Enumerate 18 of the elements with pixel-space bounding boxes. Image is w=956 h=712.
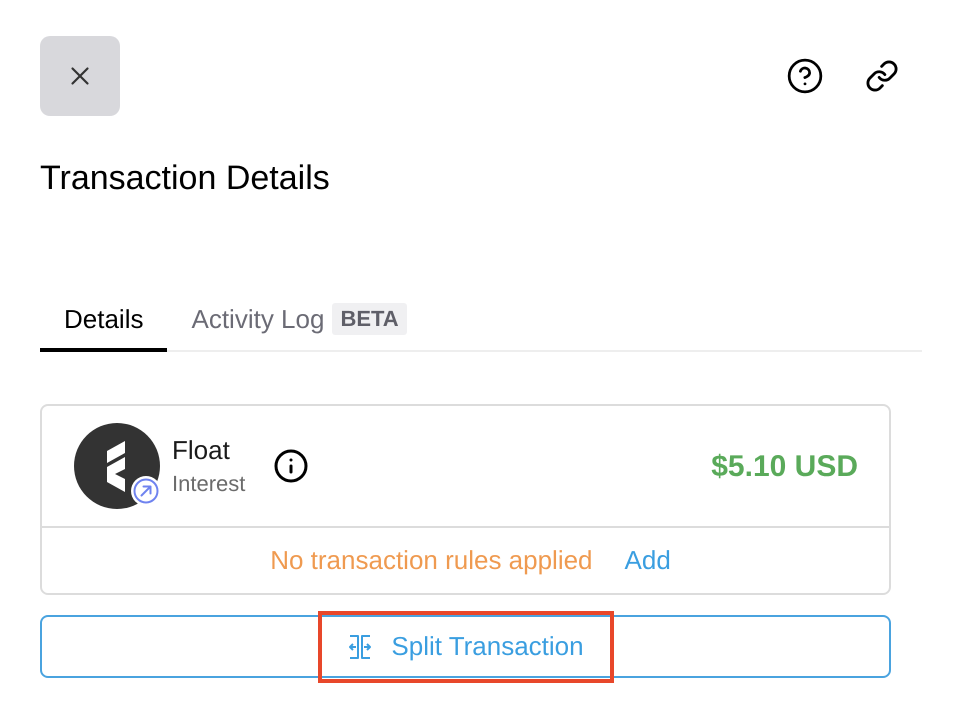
transaction-category: Interest — [172, 470, 246, 498]
page-title: Transaction Details — [40, 158, 330, 198]
rules-status-text: No transaction rules applied — [270, 544, 593, 577]
add-rule-link[interactable]: Add — [624, 541, 671, 580]
merchant-name: Float — [172, 434, 231, 467]
tab[interactable]: Activity Log BETA — [167, 290, 431, 352]
tab[interactable]: Details — [40, 290, 168, 352]
split-transaction-button[interactable]: Split Transaction — [40, 615, 891, 678]
copy-link-button[interactable] — [864, 58, 900, 94]
help-icon — [786, 57, 824, 95]
split-columns-icon — [347, 634, 374, 660]
info-icon — [273, 448, 310, 484]
link-icon — [865, 59, 899, 93]
transaction-amount: $5.10 USD — [711, 448, 858, 484]
beta-badge: BETA — [332, 303, 407, 335]
info-button[interactable] — [273, 448, 310, 484]
arrow-badge-icon — [131, 476, 161, 506]
help-button[interactable] — [786, 57, 824, 95]
